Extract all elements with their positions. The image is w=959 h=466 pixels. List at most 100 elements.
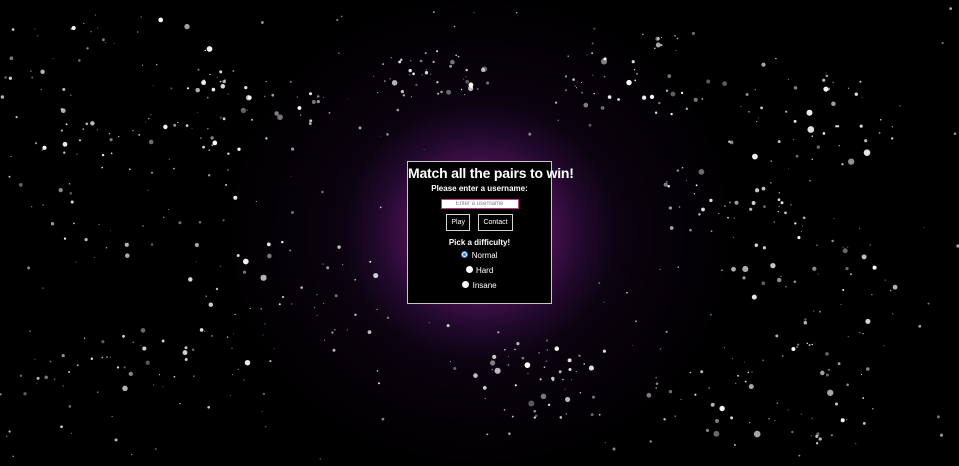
difficulty-option-insane[interactable]: Insane [408, 280, 551, 292]
star-particle [761, 62, 766, 67]
star-particle [264, 425, 267, 428]
star-particle [428, 322, 430, 324]
star-particle [182, 350, 188, 356]
difficulty-label-hard: Hard [475, 266, 494, 275]
star-particle [521, 356, 525, 360]
star-particle [753, 430, 761, 438]
star-particle [211, 87, 216, 92]
star-particle [333, 328, 336, 331]
radio-hard[interactable] [465, 266, 473, 274]
star-particle [219, 116, 222, 119]
star-particle [511, 415, 514, 418]
star-particle [784, 211, 787, 215]
star-particle [792, 138, 795, 141]
star-particle [775, 334, 779, 338]
star-particle [29, 70, 32, 73]
star-particle [222, 117, 226, 121]
star-particle [727, 216, 729, 219]
star-particle [463, 78, 465, 80]
star-particle [128, 371, 133, 377]
star-particle [854, 92, 858, 96]
star-particle [666, 181, 668, 183]
star-particle [453, 25, 456, 28]
star-particle [749, 422, 751, 424]
star-particle [949, 7, 953, 10]
star-particle [818, 437, 822, 441]
star-particle [816, 145, 820, 149]
star-particle [743, 361, 745, 363]
star-particle [663, 182, 668, 187]
star-particle [777, 140, 781, 144]
star-particle [473, 373, 478, 378]
star-particle [486, 81, 490, 85]
star-particle [111, 415, 113, 418]
star-particle [825, 74, 829, 78]
star-particle [378, 382, 380, 385]
radio-normal[interactable] [461, 251, 469, 259]
star-particle [754, 89, 756, 91]
star-particle [848, 158, 855, 165]
star-particle [110, 230, 112, 232]
star-particle [465, 68, 468, 72]
star-particle [465, 79, 470, 84]
star-particle [804, 318, 807, 321]
star-particle [660, 37, 663, 39]
star-particle [128, 168, 131, 171]
difficulty-option-normal[interactable]: Normal [408, 250, 551, 262]
star-particle [338, 52, 340, 54]
star-particle [850, 273, 852, 276]
star-particle [737, 374, 739, 377]
star-particle [205, 295, 207, 297]
username-input[interactable] [440, 199, 519, 209]
star-particle [197, 68, 200, 71]
radio-insane[interactable] [462, 281, 470, 289]
star-particle [761, 281, 766, 286]
star-particle [430, 73, 432, 75]
star-particle [869, 244, 872, 246]
star-particle [800, 231, 802, 233]
star-particle [660, 44, 663, 47]
star-particle [806, 342, 809, 345]
star-particle [793, 119, 797, 123]
star-particle [791, 347, 796, 351]
star-particle [879, 118, 882, 121]
star-particle [150, 243, 154, 246]
star-particle [62, 141, 68, 147]
star-particle [101, 38, 105, 42]
star-particle [424, 71, 429, 75]
star-particle [58, 187, 63, 193]
star-particle [863, 149, 871, 156]
star-particle [698, 213, 701, 216]
star-particle [332, 348, 336, 352]
star-particle [42, 287, 44, 289]
star-particle [806, 109, 813, 116]
star-particle [376, 308, 378, 310]
star-particle [762, 246, 767, 250]
star-particle [533, 416, 536, 419]
star-particle [841, 163, 844, 166]
star-particle [337, 245, 341, 249]
star-particle [859, 124, 863, 128]
star-particle [419, 59, 423, 63]
star-particle [583, 102, 589, 108]
star-particle [261, 21, 264, 24]
star-particle [154, 448, 157, 450]
star-particle [184, 23, 190, 30]
play-button[interactable]: Play [446, 214, 471, 231]
star-particle [255, 200, 257, 202]
star-particle [649, 440, 652, 443]
contact-button[interactable]: Contact [478, 214, 513, 231]
star-particle [809, 180, 811, 182]
star-particle [278, 303, 281, 306]
star-particle [202, 145, 206, 149]
star-particle [198, 220, 202, 224]
star-particle [281, 240, 284, 244]
star-particle [437, 92, 440, 95]
difficulty-option-hard[interactable]: Hard [408, 265, 551, 277]
star-particle [808, 344, 811, 347]
star-particle [311, 100, 316, 104]
star-particle [313, 307, 316, 309]
star-particle [131, 453, 133, 456]
star-particle [591, 52, 594, 55]
star-particle [572, 78, 575, 81]
